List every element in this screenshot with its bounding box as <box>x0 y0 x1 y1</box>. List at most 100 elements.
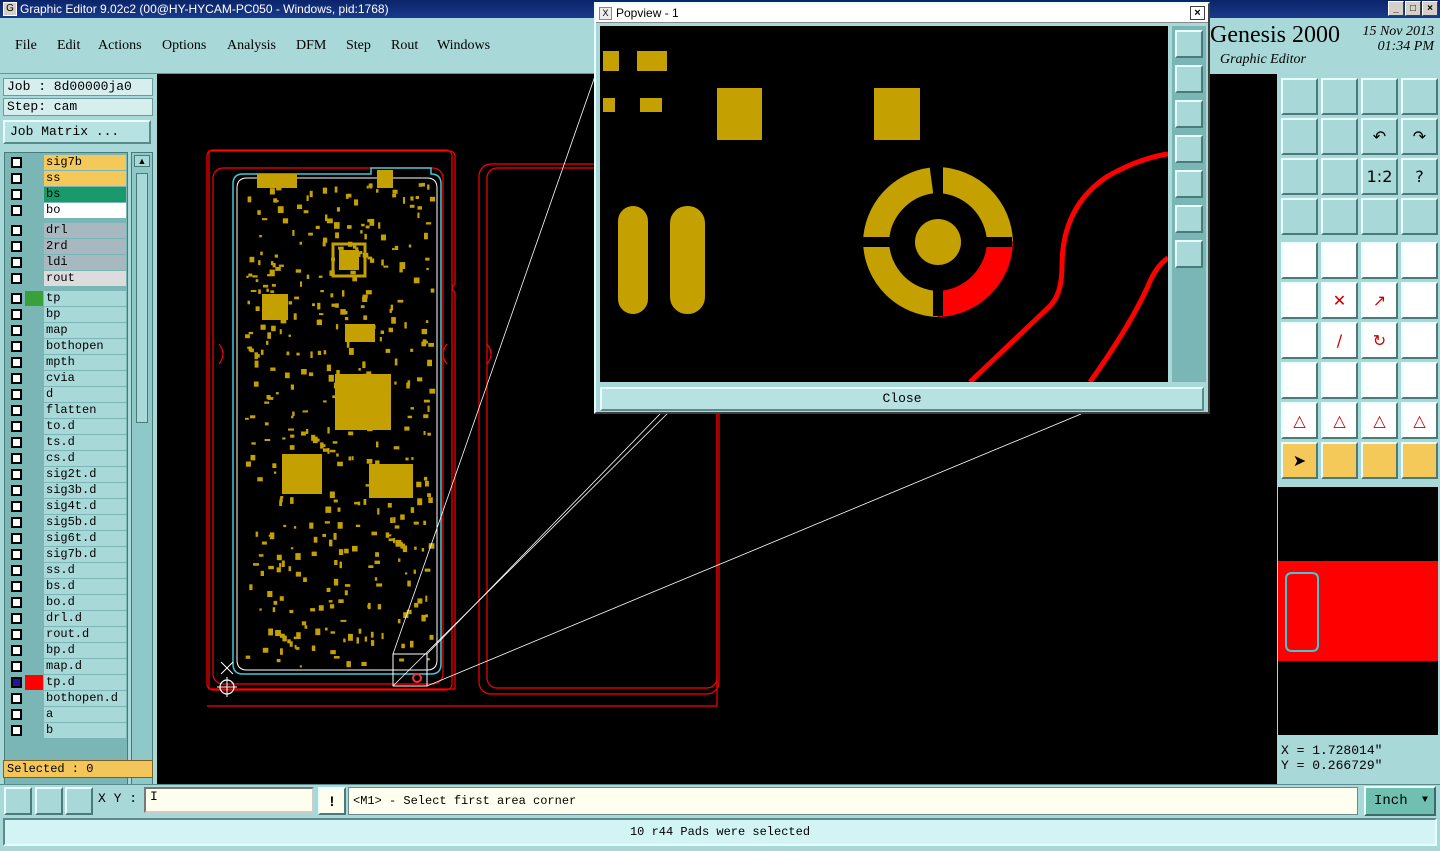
layer-checkbox[interactable] <box>11 325 22 336</box>
layer-checkbox[interactable] <box>11 421 22 432</box>
layer-checkbox[interactable] <box>11 645 22 656</box>
pointer-icon[interactable]: ➤ <box>1281 442 1318 479</box>
pv-down-icon[interactable] <box>1175 100 1203 128</box>
undo-icon[interactable]: ↶ <box>1361 118 1398 155</box>
close-window-button[interactable]: × <box>1422 1 1438 16</box>
copy-icon[interactable] <box>1401 282 1438 319</box>
scroll-thumb[interactable] <box>136 173 148 423</box>
layer-checkbox[interactable] <box>11 189 22 200</box>
menu-edit[interactable]: Edit <box>57 38 80 54</box>
xy-input[interactable]: I <box>144 787 314 813</box>
tri2-icon[interactable]: △ <box>1321 402 1358 439</box>
group-icon[interactable] <box>1401 362 1438 399</box>
layer-checkbox[interactable] <box>11 485 22 496</box>
layer-row[interactable]: sig6t.d <box>8 531 126 546</box>
one-to-one-icon[interactable]: 1:2 <box>1361 158 1398 195</box>
layer-row[interactable]: tp.d <box>8 675 126 690</box>
layer-row[interactable]: b <box>8 723 126 738</box>
scroll-up-arrow[interactable]: ▲ <box>134 155 150 167</box>
pv-right-icon[interactable] <box>1175 170 1203 198</box>
layer-row[interactable]: sig2t.d <box>8 467 126 482</box>
grid-snap-icon[interactable] <box>65 787 93 815</box>
net-icon[interactable] <box>1281 282 1318 319</box>
pv-left-icon[interactable] <box>1175 135 1203 163</box>
house-icon[interactable] <box>1361 78 1398 115</box>
layer-checkbox[interactable] <box>11 613 22 624</box>
layer-checkbox[interactable] <box>11 405 22 416</box>
slash-icon[interactable]: / <box>1321 322 1358 359</box>
layer-checkbox[interactable] <box>11 257 22 268</box>
layer-row[interactable]: bo.d <box>8 595 126 610</box>
alert-icon[interactable]: ! <box>318 787 346 815</box>
minimize-button[interactable]: _ <box>1388 1 1404 16</box>
popview-canvas[interactable] <box>600 26 1170 384</box>
layer-red-icon[interactable] <box>1361 198 1398 235</box>
pv-center-icon[interactable] <box>1175 240 1203 268</box>
layer-row[interactable]: map.d <box>8 659 126 674</box>
line-icon[interactable] <box>1321 242 1358 279</box>
layer-checkbox[interactable] <box>11 241 22 252</box>
layer-row[interactable]: 2rd <box>8 239 126 254</box>
pv-fit-icon[interactable] <box>1175 205 1203 233</box>
popview-close-button[interactable]: Close <box>600 387 1204 411</box>
layer-row[interactable]: sig7b.d <box>8 547 126 562</box>
tri3-icon[interactable]: △ <box>1361 402 1398 439</box>
layer-checkbox[interactable] <box>11 341 22 352</box>
center-icon[interactable] <box>1321 158 1358 195</box>
ruler-icon[interactable] <box>1361 242 1398 279</box>
layer-checkbox[interactable] <box>11 389 22 400</box>
layer-row[interactable]: bs <box>8 187 126 202</box>
layer-checkbox[interactable] <box>11 293 22 304</box>
route-icon[interactable] <box>1401 442 1438 479</box>
layer-row[interactable]: cs.d <box>8 451 126 466</box>
layer-row[interactable]: bothopen <box>8 339 126 354</box>
layer-row[interactable]: ldi <box>8 255 126 270</box>
overview-map[interactable] <box>1278 487 1438 735</box>
layer-checkbox[interactable] <box>11 225 22 236</box>
layer-row[interactable]: sig5b.d <box>8 515 126 530</box>
menu-file[interactable]: File <box>15 38 37 54</box>
box-select-icon[interactable] <box>1401 242 1438 279</box>
cross-icon[interactable]: ✕ <box>1321 282 1358 319</box>
layer-checkbox[interactable] <box>11 437 22 448</box>
layer-checkbox[interactable] <box>11 469 22 480</box>
rotate-icon[interactable]: ↻ <box>1361 322 1398 359</box>
layer-row[interactable]: a <box>8 707 126 722</box>
layer-checkbox[interactable] <box>11 453 22 464</box>
tools-icon[interactable] <box>1281 198 1318 235</box>
maximize-button[interactable]: □ <box>1405 1 1421 16</box>
layer-checkbox[interactable] <box>11 157 22 168</box>
layer-row[interactable]: cvia <box>8 371 126 386</box>
redo-icon[interactable]: ↷ <box>1401 118 1438 155</box>
layer-row[interactable]: to.d <box>8 419 126 434</box>
angle-icon[interactable] <box>1281 322 1318 359</box>
layer-row[interactable]: mpth <box>8 355 126 370</box>
layer-checkbox[interactable] <box>11 581 22 592</box>
layer-row[interactable]: bo <box>8 203 126 218</box>
layer-checkbox[interactable] <box>11 549 22 560</box>
select-icon[interactable] <box>1281 242 1318 279</box>
fit-icon[interactable] <box>1281 158 1318 195</box>
layer-row[interactable]: bp <box>8 307 126 322</box>
popview-close-icon[interactable]: × <box>1190 6 1205 20</box>
down-icon[interactable] <box>1321 78 1358 115</box>
layer-checkbox[interactable] <box>11 661 22 672</box>
layer-checkbox[interactable] <box>11 565 22 576</box>
layer-row[interactable]: flatten <box>8 403 126 418</box>
layer-row[interactable]: drl <box>8 223 126 238</box>
layer-row[interactable]: d <box>8 387 126 402</box>
layer-row[interactable]: ss <box>8 171 126 186</box>
resize-icon[interactable] <box>1321 362 1358 399</box>
grid-icon[interactable] <box>1321 198 1358 235</box>
layer-checkbox[interactable] <box>11 533 22 544</box>
measure-icon[interactable] <box>35 787 63 815</box>
layer-row[interactable]: sig7b <box>8 155 126 170</box>
layer-row[interactable]: ss.d <box>8 563 126 578</box>
layer-checkbox[interactable] <box>11 205 22 216</box>
layer-checkbox[interactable] <box>11 677 22 688</box>
layer-row[interactable]: drl.d <box>8 611 126 626</box>
job-matrix-button[interactable]: Job Matrix ... <box>3 120 151 144</box>
move-icon[interactable]: ↗ <box>1361 282 1398 319</box>
layer-checkbox[interactable] <box>11 501 22 512</box>
layer-row[interactable]: ts.d <box>8 435 126 450</box>
